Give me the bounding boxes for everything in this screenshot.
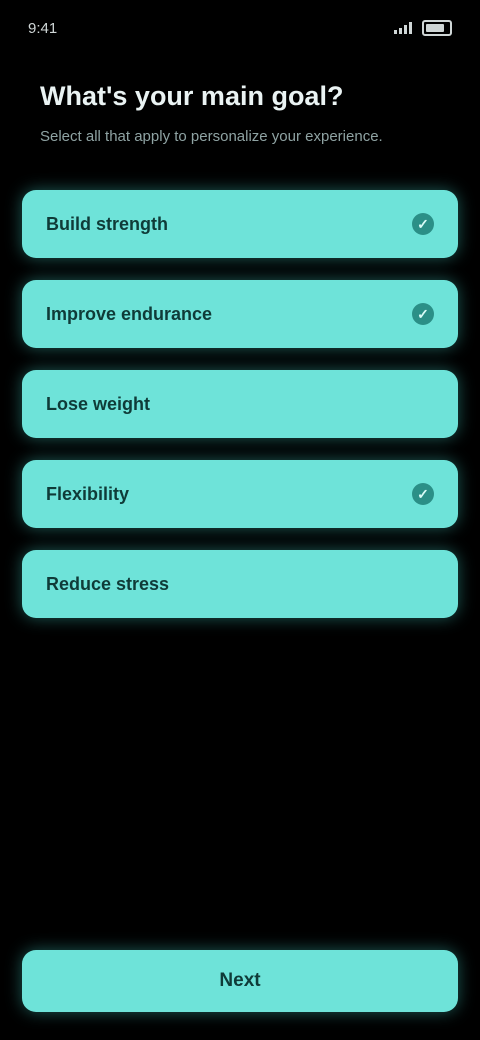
goal-option-label: Lose weight [46, 393, 151, 414]
goal-option-label: Flexibility [46, 483, 130, 504]
status-bar: 9:41 [28, 14, 452, 42]
page-title: What's your main goal? [40, 81, 344, 111]
check-icon: ✓ [412, 483, 434, 505]
header: What's your main goal? Select all that a… [40, 80, 440, 148]
status-time: 9:41 [28, 19, 58, 37]
goal-option[interactable]: Improve endurance ✓ [22, 280, 458, 348]
goal-option[interactable]: Flexibility ✓ [22, 460, 458, 528]
goal-option-label: Build strength [46, 213, 168, 234]
check-icon: ✓ [412, 213, 434, 235]
goal-option[interactable]: Lose weight ✓ [22, 370, 458, 438]
page-subtitle: Select all that apply to personalize you… [40, 128, 383, 146]
battery-icon [422, 20, 452, 36]
goal-option[interactable]: Reduce stress ✓ [22, 550, 458, 618]
goal-option-label: Improve endurance [46, 303, 213, 324]
goal-option[interactable]: Build strength ✓ [22, 190, 458, 258]
signal-icon [394, 22, 412, 34]
goal-options-list: Build strength ✓ Improve endurance ✓ Los… [22, 190, 458, 618]
status-icons [394, 20, 452, 36]
continue-button[interactable]: Next [22, 950, 458, 1012]
goal-option-label: Reduce stress [46, 573, 170, 594]
check-icon: ✓ [412, 303, 434, 325]
